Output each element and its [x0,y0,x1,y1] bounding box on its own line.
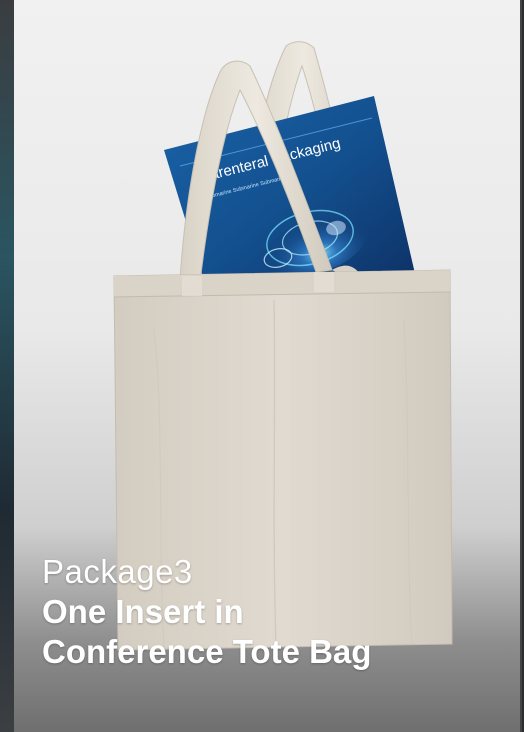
package-label: Package3 [42,553,193,590]
package-caption: Package3 One Insert in Conference Tote B… [42,552,512,672]
card-right-border [520,0,522,732]
package-headline-line2: Conference Tote Bag [42,633,372,670]
package-card[interactable]: Parenteral Packaging Submarine Submarine… [14,0,522,732]
adjacent-panel-edge [0,0,14,732]
package-headline-line1: One Insert in [42,593,244,630]
